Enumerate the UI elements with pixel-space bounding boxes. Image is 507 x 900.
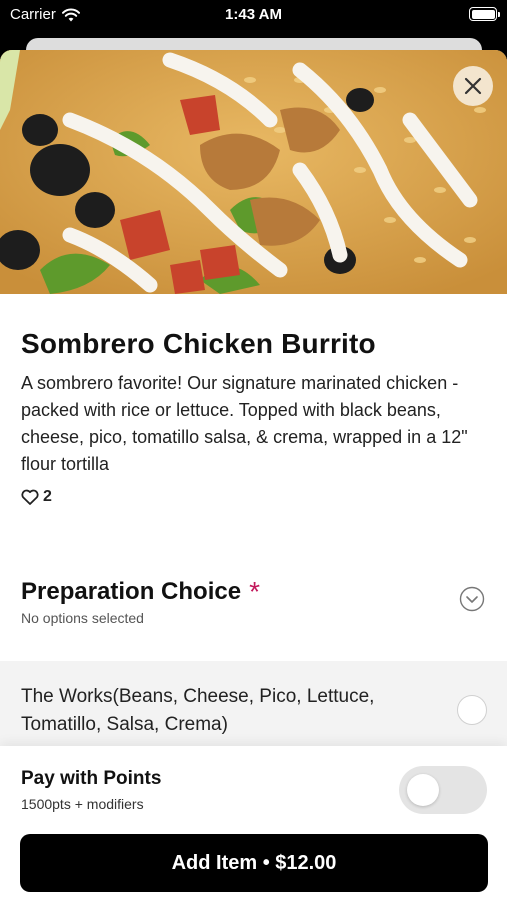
preparation-title-text: Preparation Choice: [21, 578, 242, 605]
item-description: A sombrero favorite! Our signature marin…: [21, 373, 468, 474]
item-photo: [0, 50, 507, 294]
close-button[interactable]: [453, 66, 493, 106]
status-bar: Carrier 1:43 AM: [0, 0, 507, 30]
points-title: Pay with Points: [21, 768, 162, 789]
item-title: Sombrero Chicken Burrito: [21, 328, 376, 359]
preparation-title: Preparation Choice *: [21, 574, 260, 607]
option-label: The Works(Beans, Cheese, Pico, Lettuce, …: [21, 686, 375, 735]
add-item-button[interactable]: Add Item • $12.00: [20, 834, 488, 892]
burrito-illustration: [0, 50, 507, 294]
toggle-knob: [407, 774, 439, 806]
like-count: 2: [43, 488, 52, 505]
chevron-down-icon[interactable]: [459, 586, 485, 612]
points-subtitle: 1500pts + modifiers: [21, 796, 144, 812]
required-marker: *: [249, 576, 260, 607]
heart-icon: [21, 489, 39, 505]
option-radio[interactable]: [457, 695, 487, 725]
preparation-section[interactable]: Preparation Choice * No options selected: [0, 570, 507, 650]
checkout-bar: Pay with Points 1500pts + modifiers Add …: [0, 746, 507, 900]
like-button[interactable]: 2: [21, 488, 491, 506]
item-details: Sombrero Chicken Burrito A sombrero favo…: [21, 294, 491, 506]
option-row[interactable]: The Works(Beans, Cheese, Pico, Lettuce, …: [0, 661, 507, 747]
close-icon: [464, 77, 482, 95]
battery-icon: [469, 7, 500, 21]
preparation-status: No options selected: [21, 610, 144, 626]
status-time: 1:43 AM: [225, 6, 282, 23]
points-toggle[interactable]: [399, 766, 487, 814]
item-sheet: Sombrero Chicken Burrito A sombrero favo…: [0, 50, 507, 900]
